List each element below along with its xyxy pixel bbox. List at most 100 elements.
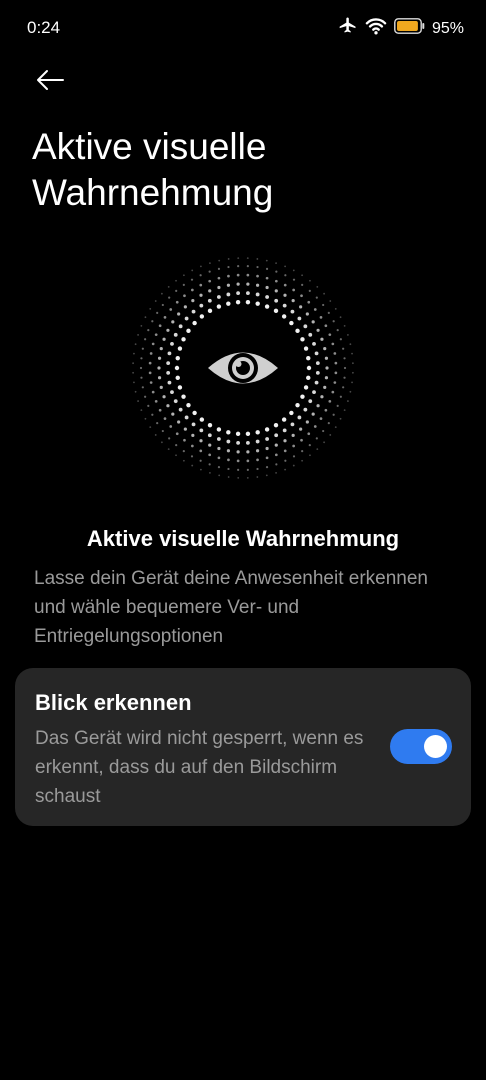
ring-dot xyxy=(148,371,152,375)
eye-icon xyxy=(206,345,280,396)
ring-dot xyxy=(246,459,250,463)
ring-dot xyxy=(281,417,287,422)
ring-dot xyxy=(181,394,186,399)
ring-dot xyxy=(132,371,134,374)
ring-dot xyxy=(177,346,183,351)
ring-dot xyxy=(265,285,269,290)
ring-dot xyxy=(343,357,346,360)
ring-dot xyxy=(284,459,287,462)
ring-dot xyxy=(169,308,173,311)
ring-dot xyxy=(322,429,325,433)
ring-dot xyxy=(352,362,354,365)
ring-dot xyxy=(246,440,250,445)
ring-dot xyxy=(329,434,332,436)
ring-dot xyxy=(154,399,158,403)
ring-dot xyxy=(315,371,320,375)
ring-dot xyxy=(274,298,279,303)
ring-dot xyxy=(334,308,337,310)
ring-dot xyxy=(199,274,202,277)
ring-dot xyxy=(237,265,240,268)
ring-dot xyxy=(256,258,259,260)
ring-dot xyxy=(255,301,260,306)
ring-dot xyxy=(158,408,162,412)
ring-dot xyxy=(284,265,286,268)
ring-dot xyxy=(149,381,153,384)
ring-dot xyxy=(329,300,332,302)
ring-dot xyxy=(208,453,212,457)
ring-dot xyxy=(218,259,221,262)
ring-dot xyxy=(147,328,150,332)
ring-dot xyxy=(168,437,171,440)
battery-percent: 95% xyxy=(431,19,464,37)
ring-dot xyxy=(324,376,329,380)
ring-dot xyxy=(274,443,278,447)
back-button[interactable] xyxy=(30,62,70,102)
ring-dot xyxy=(227,265,230,269)
ring-dot xyxy=(170,390,174,395)
ring-dot xyxy=(166,371,171,375)
ring-dot xyxy=(183,427,187,431)
ring-dot xyxy=(303,385,309,390)
ring-dot xyxy=(236,459,240,463)
ring-dot xyxy=(316,286,319,288)
ring-dot xyxy=(156,422,159,425)
ring-dot xyxy=(169,425,173,428)
ring-dot xyxy=(140,357,143,360)
ring-dot xyxy=(246,282,250,286)
ring-dot xyxy=(132,362,134,365)
page-title: Aktive visuelle Wahrnehmung xyxy=(32,126,274,213)
ring-dot xyxy=(332,320,335,323)
ring-dot xyxy=(236,282,240,286)
ring-dot xyxy=(237,477,240,479)
ring-dot xyxy=(154,300,157,302)
ring-dot xyxy=(184,415,189,420)
ring-dot xyxy=(237,468,240,471)
status-icons: 95% xyxy=(338,16,464,41)
ring-dot xyxy=(139,366,143,370)
ring-dot xyxy=(306,375,311,381)
ring-dot xyxy=(312,390,316,395)
ring-dot xyxy=(246,265,249,268)
ring-dot xyxy=(227,467,230,471)
ring-dot xyxy=(151,320,154,323)
ring-dot xyxy=(274,279,278,283)
ring-dot xyxy=(151,390,155,394)
setting-description: Das Gerät wird nicht gesperrt, wenn es e… xyxy=(35,728,364,807)
gaze-detection-card[interactable]: Blick erkennen Das Gerät wird nicht gesp… xyxy=(15,668,471,826)
ring-dot xyxy=(265,446,269,451)
ring-dot xyxy=(264,304,270,309)
ring-dot xyxy=(192,320,197,326)
ring-dot xyxy=(313,425,317,428)
ring-dot xyxy=(309,279,311,282)
ring-dot xyxy=(216,427,222,432)
ring-dot xyxy=(291,433,295,437)
section-title: Aktive visuelle Wahrnehmung xyxy=(86,526,400,551)
ring-dot xyxy=(300,337,305,342)
ring-dot xyxy=(191,299,195,303)
ring-dot xyxy=(216,437,221,441)
ring-dot xyxy=(217,446,221,451)
ring-dot xyxy=(177,385,183,390)
ring-dot xyxy=(157,366,161,370)
ring-dot xyxy=(208,289,212,293)
ring-dot xyxy=(173,399,178,404)
ring-dot xyxy=(255,283,260,287)
ring-dot xyxy=(246,257,249,259)
ring-dot xyxy=(292,455,296,458)
ring-dot xyxy=(161,429,164,433)
gaze-detection-toggle[interactable] xyxy=(390,729,452,764)
ring-dot xyxy=(245,431,251,437)
ring-dot xyxy=(149,308,152,310)
ring-dot xyxy=(303,346,309,351)
ring-dot xyxy=(217,267,221,270)
ring-dot xyxy=(208,279,212,283)
ring-dot xyxy=(331,390,335,394)
ring-dot xyxy=(199,459,202,462)
ring-dot xyxy=(199,314,205,319)
ring-dot xyxy=(149,352,153,355)
ring-dot xyxy=(217,276,221,280)
ring-dot xyxy=(207,433,212,438)
ring-dot xyxy=(245,299,251,305)
ring-dot xyxy=(159,385,163,389)
ring-dot xyxy=(273,308,279,314)
